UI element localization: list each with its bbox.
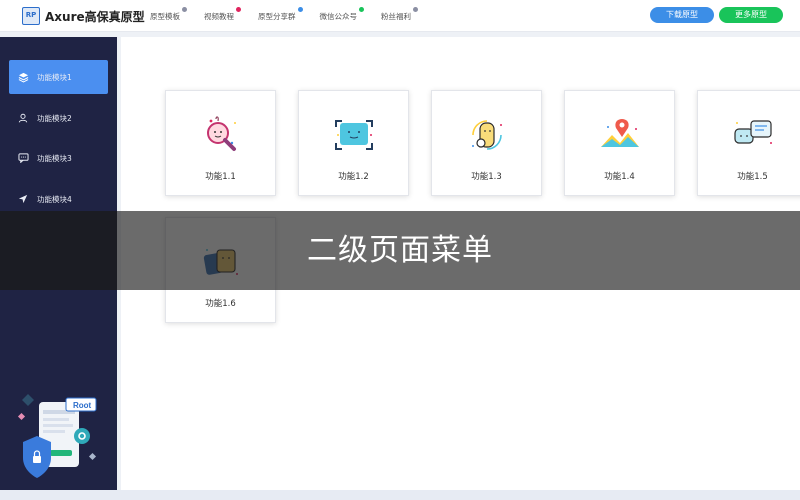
layers-icon (9, 72, 37, 83)
card-label: 功能1.6 (205, 299, 236, 309)
function-card-1-2[interactable]: 功能1.2 (298, 90, 409, 196)
search-icon (207, 116, 236, 151)
card-label: 功能1.2 (338, 172, 369, 182)
nav-badge-icon (236, 7, 241, 12)
card-label: 功能1.5 (737, 172, 768, 182)
nav-prototype-templates[interactable]: 原型模板 (150, 7, 187, 22)
chat-bubbles-icon (734, 120, 772, 144)
top-bar: RP Axure高保真原型 原型模板 视频教程 原型分享群 微信公众号 粉丝福利… (0, 0, 800, 32)
function-card-1-1[interactable]: 功能1.1 (165, 90, 276, 196)
card-label: 功能1.3 (471, 172, 502, 182)
section-title-banner: 二级页面菜单 (0, 211, 800, 290)
sidebar-item-label: 功能模块1 (37, 72, 72, 82)
card-label: 功能1.4 (604, 172, 635, 182)
nav-video-tutorials[interactable]: 视频教程 (204, 7, 241, 22)
brand-title[interactable]: Axure高保真原型 (45, 8, 145, 25)
nav-fan-benefits[interactable]: 粉丝福利 (381, 7, 418, 22)
download-button[interactable]: 下载原型 (650, 7, 714, 23)
banner-title: 二级页面菜单 (307, 233, 493, 268)
sidebar-item-label: 功能模块4 (37, 194, 72, 204)
sidebar-item-module-3[interactable]: 功能模块3 (9, 141, 108, 175)
nav-badge-icon (297, 7, 303, 12)
nav-share-group[interactable]: 原型分享群 (258, 7, 303, 22)
nav-wechat-account[interactable]: 微信公众号 (319, 7, 364, 22)
sidebar-item-label: 功能模块3 (37, 153, 72, 163)
function-card-1-3[interactable]: 功能1.3 (431, 90, 542, 196)
function-card-1-5[interactable]: 功能1.5 (697, 90, 800, 196)
top-nav: 原型模板 视频教程 原型分享群 微信公众号 粉丝福利 (150, 7, 435, 22)
nav-badge-icon (413, 7, 418, 12)
bottom-strip (0, 490, 800, 500)
chat-icon (9, 153, 37, 163)
security-illustration: Root (17, 394, 97, 478)
dial-icon (472, 120, 502, 150)
user-icon (9, 113, 37, 123)
nav-badge-icon (359, 7, 364, 12)
sidebar-item-module-2[interactable]: 功能模块2 (9, 101, 108, 135)
map-pin-icon (601, 119, 639, 147)
nav-label: 原型模板 (150, 12, 180, 21)
card-label: 功能1.1 (205, 172, 236, 182)
nav-label: 原型分享群 (258, 12, 296, 21)
sidebar-item-module-1[interactable]: 功能模块1 (9, 60, 108, 94)
scan-face-icon (335, 120, 373, 150)
function-card-1-4[interactable]: 功能1.4 (564, 90, 675, 196)
nav-label: 粉丝福利 (381, 12, 411, 21)
nav-badge-icon (182, 7, 187, 12)
more-prototypes-button[interactable]: 更多原型 (719, 7, 783, 23)
logo[interactable]: RP (22, 7, 40, 25)
nav-label: 视频教程 (204, 12, 234, 21)
illustration-label: Root (73, 401, 92, 410)
nav-label: 微信公众号 (319, 12, 358, 21)
navigation-icon (9, 194, 37, 204)
sidebar-item-label: 功能模块2 (37, 113, 72, 123)
